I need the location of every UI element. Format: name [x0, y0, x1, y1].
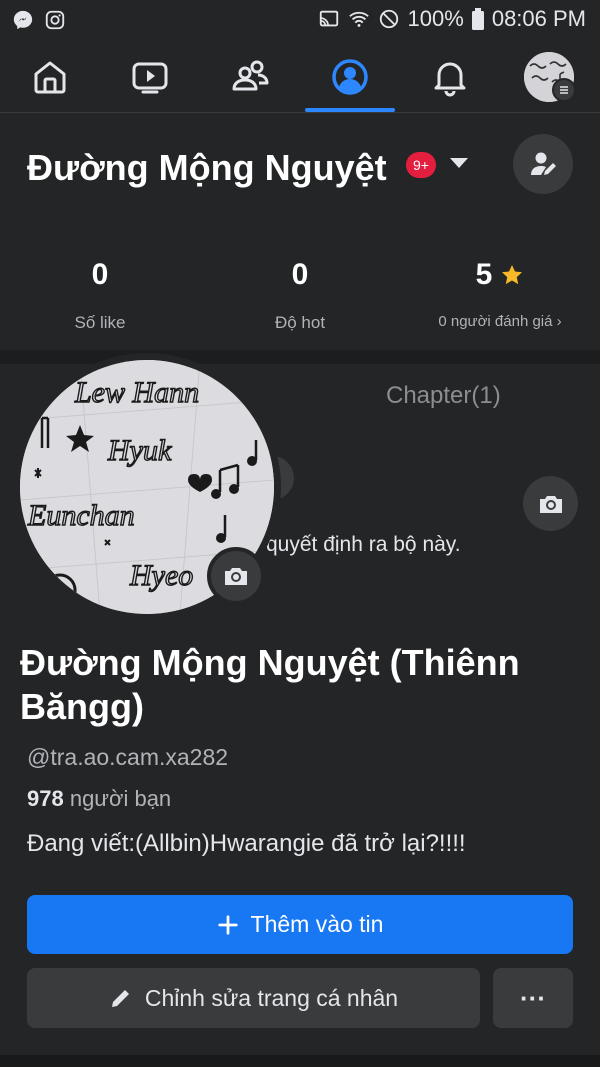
camera-icon	[539, 495, 562, 513]
avatar-word-1: Lew Hann	[74, 376, 199, 409]
notification-badge: 9+	[406, 152, 436, 178]
stat-likes-value: 0	[91, 258, 109, 291]
add-to-story-label: Thêm vào tin	[250, 911, 384, 937]
profile-status: Đang viết:(Allbin)Hwarangie đã trở lại?!…	[27, 830, 466, 857]
top-navigation	[0, 40, 600, 113]
battery-icon	[471, 8, 484, 30]
stat-rating[interactable]: 5 0 người đánh giá ›	[400, 255, 600, 330]
instagram-icon	[45, 10, 65, 30]
more-options-button[interactable]: ···	[493, 968, 573, 1028]
clock: 08:06 PM	[491, 6, 586, 31]
stat-rating-value: 5	[475, 258, 493, 291]
profile-icon	[332, 58, 368, 95]
nav-notifications[interactable]	[400, 40, 500, 113]
bottom-divider	[0, 1055, 600, 1067]
watch-icon	[132, 62, 168, 93]
add-to-story-button[interactable]: Thêm vào tin	[27, 895, 573, 954]
messenger-icon	[13, 10, 33, 30]
star-icon	[502, 265, 523, 285]
nav-home[interactable]	[0, 40, 100, 113]
dnd-icon	[379, 9, 398, 29]
cover-text: quyết định ra bộ này.	[266, 533, 461, 556]
friends-count[interactable]: 978 người bạn	[27, 786, 171, 812]
profile-settings-button[interactable]	[513, 134, 573, 194]
wifi-icon	[348, 11, 369, 27]
page-title: Đường Mộng Nguyệt	[27, 147, 387, 188]
stat-hot: 0 Độ hot	[200, 255, 400, 333]
friends-icon	[232, 60, 269, 90]
stat-rating-label: 0 người đánh giá ›	[438, 313, 562, 330]
stat-likes: 0 Số like	[0, 255, 200, 333]
plus-icon	[217, 914, 238, 935]
nav-active-indicator	[305, 108, 395, 112]
stat-hot-value: 0	[291, 258, 309, 291]
stat-likes-label: Số like	[74, 313, 126, 332]
nav-friends[interactable]	[200, 40, 300, 113]
camera-icon	[225, 568, 247, 585]
avatar-word-3: Eunchan	[27, 499, 135, 532]
friends-count-label: người bạn	[63, 786, 172, 811]
avatar-word-4: Hyeo	[129, 559, 193, 592]
cast-icon	[319, 10, 338, 27]
nav-watch[interactable]	[100, 40, 200, 113]
friends-count-value: 978	[27, 786, 64, 811]
profile-full-name: Đường Mộng Nguyệt (Thiênn Băngg)	[20, 642, 520, 727]
tab-chapter[interactable]: Chapter(1)	[386, 382, 501, 410]
edit-profile-button[interactable]: Chỉnh sửa trang cá nhân	[27, 968, 480, 1028]
section-divider	[0, 350, 600, 364]
avatar-camera-button[interactable]	[207, 547, 265, 605]
stat-hot-label: Độ hot	[274, 313, 326, 332]
home-icon	[34, 61, 66, 93]
menu-icon	[552, 78, 576, 102]
status-bar: 100% 08:06 PM	[0, 0, 600, 40]
chevron-down-icon[interactable]	[450, 158, 468, 168]
edit-profile-label: Chỉnh sửa trang cá nhân	[144, 984, 399, 1011]
battery-percent: 100%	[407, 6, 464, 31]
avatar-word-2: Hyuk	[107, 434, 172, 467]
status-right: 100% 08:06 PM	[318, 6, 586, 32]
pencil-icon	[111, 990, 129, 1007]
profile-handle: @tra.ao.cam.xa282	[27, 744, 229, 770]
nav-profile[interactable]	[300, 40, 400, 113]
status-left	[12, 9, 66, 31]
user-edit-icon	[531, 152, 556, 175]
notifications-icon	[434, 62, 466, 96]
stats-row: 0 Số like 0 Độ hot 5 0 người đánh giá ›	[0, 255, 600, 365]
cover-camera-button[interactable]	[523, 476, 578, 531]
